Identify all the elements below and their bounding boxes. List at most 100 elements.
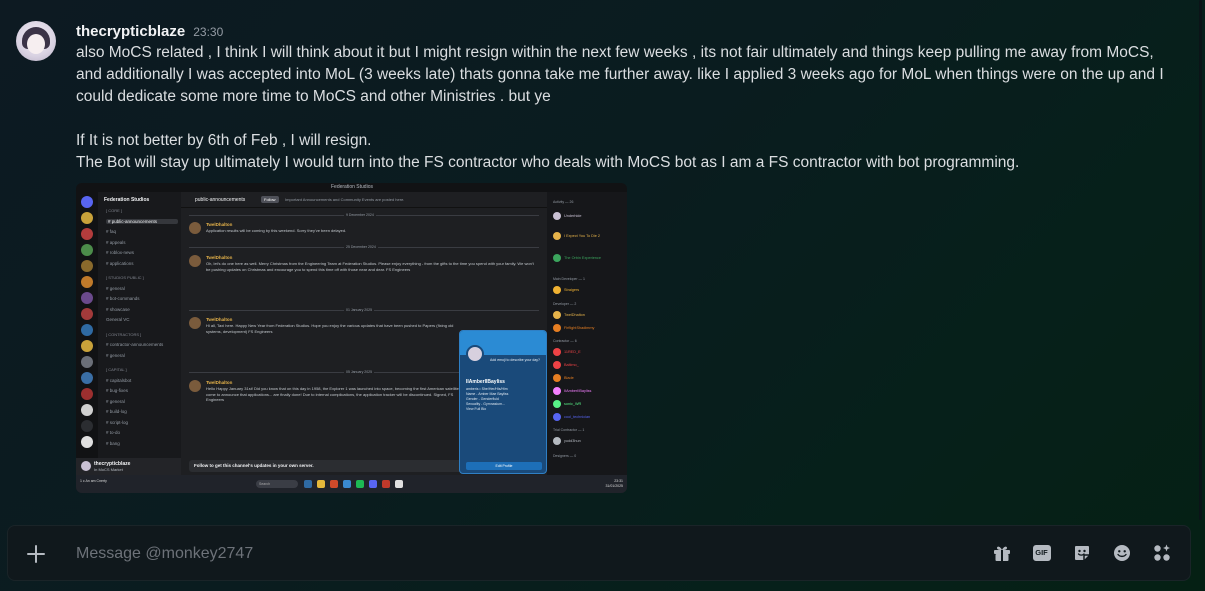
sticker-icon [1074,545,1089,560]
composer-tools: GIF [991,542,1172,563]
gif-button[interactable]: GIF [1031,542,1052,563]
attachment-window-title: Federation Studios [331,184,373,190]
message-composer: GIF [7,525,1191,581]
apps-button[interactable] [1151,542,1172,563]
member-name: 11RED_E [564,350,581,354]
attachment-user-avatar [81,461,91,471]
server-icon [81,212,93,224]
attachment-channel-item: # script-log [106,419,129,425]
attachment-follow-button: Follow [261,196,279,203]
member-row: cool_technician [553,413,590,421]
member-avatar [553,437,561,445]
attachment-channel-item: # faq [106,229,117,234]
member-name: Baltimo_ [564,363,579,367]
attachment-channel-item: [ CONTRACTORS ] [106,331,142,337]
server-icon [81,356,93,368]
server-icon [81,436,93,448]
attachment-channel-item: [ CAPITAL ] [106,367,127,372]
gift-icon [993,546,1010,561]
attachment-channel-item: # showcase [106,306,130,312]
attachment-titlebar: Federation Studios [76,183,627,192]
member-avatar [553,311,561,319]
profile-line: View Full Bio [466,407,487,411]
attachment-channel-item: General VC [106,317,130,322]
username[interactable]: thecrypticblaze [76,23,185,40]
member-row: Straigers [553,286,579,294]
message-input[interactable] [76,540,956,568]
attachment-channel-item: # general [106,398,125,404]
member-name: FirflightShadimmy [564,326,595,330]
member-section-header: Designers — 0 [553,454,577,458]
message-content: also MoCS related , I think I will think… [76,42,1176,174]
member-name: IIAmberIIBayliss [564,389,592,393]
attachment-channel-item: # general [106,285,125,291]
message-paragraph: also MoCS related , I think I will think… [76,44,1164,105]
server-icon [81,340,93,352]
attachment-channel-item: # appeals [106,239,126,245]
member-row: IIAmberIIBayliss [553,387,591,395]
member-avatar [553,324,561,332]
member-row: I Expect You To Die 2 [553,232,600,240]
member-row: Baltimo_ [553,361,579,369]
member-avatar [553,254,561,262]
scrollbar[interactable] [1199,0,1202,520]
server-icon [81,324,93,336]
gift-button[interactable] [991,542,1012,563]
member-name: Blade [564,376,574,380]
date-separator: 25 December 2024 [189,245,539,253]
attachment-member-list: Activity — 26 Underhide I Expect You To Di… [547,192,627,475]
server-icon [81,308,93,320]
member-avatar [553,212,561,220]
member-avatar [553,387,561,395]
member-avatar [553,400,561,408]
attachment-channel-item: # general [106,352,125,358]
avatar[interactable] [16,21,56,61]
server-icon [81,228,93,240]
emoji-button[interactable] [1111,542,1132,563]
date-separator: 01 January 2025 [189,308,539,316]
member-row: sonic_WR [553,400,581,408]
attachment-channel-item: # bang [106,440,120,446]
member-name: The Orbin Experience [564,256,601,260]
member-name: sonic_WR [564,402,582,406]
member-row: TwelDhalton [553,311,585,319]
member-row: Underhide [553,212,582,220]
message-paragraph: The Bot will stay up ultimately I would … [76,154,1020,171]
attachment-post: TwelDhalton Oh, let's do one here as wel… [189,255,539,315]
attachment-server-name: Federation Studios [104,197,150,203]
emoji-icon [1113,544,1130,561]
attachment-channel-item: # applications [106,260,134,266]
attachment-channel-item: # to-do [106,430,121,435]
attachment-channel-item: # bug-fixes [106,388,129,393]
member-name: cool_technician [564,415,591,419]
attachment-channel-topic: Important Announcements and Community Ev… [285,197,405,202]
attachment-channel-item: # bot-commands [106,296,140,301]
sticker-button[interactable] [1071,542,1092,563]
server-icon [81,388,93,400]
attachment-profile-card: Add emoji to describe your day? IIAmberI… [459,330,547,474]
attachment-channel-item: [ STUDIOS PUBLIC ] [106,275,144,280]
member-avatar [553,361,561,369]
member-section-header: Activity — 26 [553,200,574,204]
attachment-channel-item: # roblox-news [106,250,135,255]
member-avatar [553,286,561,294]
message-group: thecrypticblaze 23:30 also MoCS related … [0,0,1195,520]
member-row: 11RED_E [553,348,581,356]
member-avatar [553,413,561,421]
member-section-header: Main Developer — 1 [553,277,585,281]
server-icon [81,292,93,304]
server-icon [81,244,93,256]
attachment-channel-name: public-announcements [195,197,246,203]
gif-icon: GIF [1032,544,1051,561]
attachment-channel-item: # contractor-announcements [106,342,164,347]
server-icon [81,372,93,384]
attachment-clock: 23:31 31/01/2025 [605,479,623,488]
image-attachment[interactable]: Federation Studios Federation Studios [ … [76,183,627,493]
member-avatar [553,348,561,356]
member-name: Underhide [564,214,582,218]
upload-plus-button[interactable] [24,542,48,566]
member-name: yudd3hun [564,439,581,443]
message-paragraph: If It is not better by 6th of Feb , I wi… [76,132,372,149]
server-icon [81,260,93,272]
message-header: thecrypticblaze 23:30 [76,23,223,40]
